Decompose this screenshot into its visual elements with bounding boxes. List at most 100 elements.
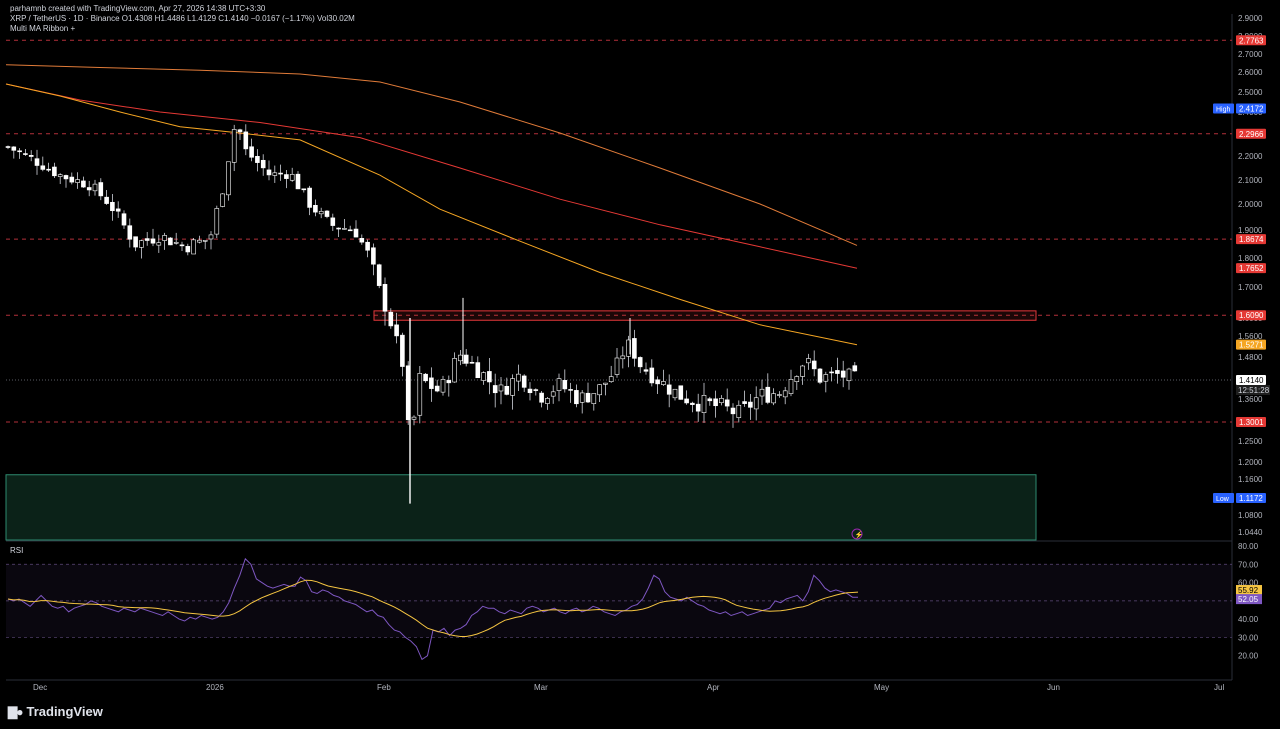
candle[interactable] bbox=[608, 365, 614, 383]
candle[interactable] bbox=[661, 369, 666, 386]
candle[interactable] bbox=[591, 393, 597, 411]
candle[interactable] bbox=[498, 376, 504, 405]
candle[interactable] bbox=[330, 213, 336, 231]
candle[interactable] bbox=[695, 393, 701, 422]
candle[interactable] bbox=[516, 364, 521, 392]
candle[interactable] bbox=[429, 367, 434, 402]
candle[interactable] bbox=[272, 165, 278, 183]
candle[interactable] bbox=[110, 194, 115, 221]
candle[interactable] bbox=[243, 124, 249, 156]
candle[interactable] bbox=[11, 146, 17, 159]
candle[interactable] bbox=[289, 167, 295, 182]
candle[interactable] bbox=[504, 377, 510, 396]
candle[interactable] bbox=[168, 237, 173, 246]
candle[interactable] bbox=[481, 371, 486, 385]
candle[interactable] bbox=[46, 162, 51, 173]
candle[interactable] bbox=[748, 393, 753, 420]
candle[interactable] bbox=[469, 355, 475, 364]
candle[interactable] bbox=[811, 350, 817, 377]
candle[interactable] bbox=[249, 138, 254, 162]
candle[interactable] bbox=[823, 371, 829, 393]
candle[interactable] bbox=[313, 199, 318, 217]
candle[interactable] bbox=[550, 385, 556, 404]
candle[interactable] bbox=[753, 386, 759, 421]
candle[interactable] bbox=[724, 388, 730, 412]
candle[interactable] bbox=[527, 382, 533, 401]
ma-orange-line[interactable] bbox=[5, 83, 858, 346]
candle[interactable] bbox=[347, 225, 353, 232]
candle[interactable] bbox=[742, 390, 747, 407]
candle[interactable] bbox=[318, 207, 324, 219]
candle[interactable] bbox=[835, 357, 840, 384]
candle[interactable] bbox=[568, 382, 573, 403]
candle[interactable] bbox=[475, 356, 481, 379]
candle[interactable] bbox=[365, 239, 370, 258]
candle[interactable] bbox=[371, 243, 376, 276]
candle[interactable] bbox=[353, 220, 359, 238]
candle[interactable] bbox=[220, 193, 225, 208]
candle[interactable] bbox=[5, 145, 11, 150]
candle[interactable] bbox=[643, 362, 649, 375]
candle[interactable] bbox=[840, 360, 846, 388]
candle[interactable] bbox=[458, 350, 463, 366]
candle[interactable] bbox=[545, 396, 550, 410]
candle[interactable] bbox=[539, 390, 544, 408]
candle[interactable] bbox=[115, 201, 121, 218]
candle[interactable] bbox=[133, 236, 138, 252]
candle[interactable] bbox=[411, 415, 417, 426]
candle[interactable] bbox=[417, 366, 423, 424]
candle[interactable] bbox=[759, 379, 765, 405]
candle[interactable] bbox=[376, 263, 382, 289]
candle[interactable] bbox=[846, 367, 852, 390]
candle[interactable] bbox=[255, 149, 260, 172]
demand-zone[interactable] bbox=[5, 474, 1037, 541]
candle[interactable] bbox=[713, 390, 718, 418]
candle[interactable] bbox=[307, 185, 312, 216]
candle[interactable] bbox=[684, 390, 689, 405]
candle[interactable] bbox=[92, 179, 98, 196]
candle[interactable] bbox=[852, 361, 858, 372]
candle[interactable] bbox=[440, 375, 446, 396]
tradingview-logo[interactable]: ▇● TradingView bbox=[8, 704, 103, 719]
candle[interactable] bbox=[139, 239, 144, 259]
candle[interactable] bbox=[817, 368, 823, 385]
candle[interactable] bbox=[63, 174, 69, 188]
candle[interactable] bbox=[672, 388, 678, 401]
candle[interactable] bbox=[579, 390, 585, 414]
candle[interactable] bbox=[423, 372, 428, 383]
candle[interactable] bbox=[34, 149, 40, 175]
candle[interactable] bbox=[463, 349, 469, 367]
candle[interactable] bbox=[17, 148, 22, 159]
candle[interactable] bbox=[214, 205, 220, 239]
candle[interactable] bbox=[637, 356, 643, 374]
candle[interactable] bbox=[562, 369, 568, 393]
candle[interactable] bbox=[179, 241, 185, 252]
price-chart[interactable]: 2.90002.80002.70002.60002.50002.40002.30… bbox=[0, 0, 1280, 729]
candle[interactable] bbox=[678, 385, 684, 400]
candle[interactable] bbox=[23, 148, 28, 156]
candle[interactable] bbox=[121, 210, 127, 229]
candle[interactable] bbox=[162, 232, 167, 250]
candle[interactable] bbox=[701, 382, 707, 423]
candle[interactable] bbox=[104, 190, 109, 205]
candle[interactable] bbox=[690, 401, 695, 413]
candle[interactable] bbox=[40, 156, 46, 172]
candle[interactable] bbox=[771, 388, 776, 406]
candle[interactable] bbox=[185, 243, 191, 256]
candle[interactable] bbox=[98, 178, 104, 201]
candle[interactable] bbox=[574, 384, 579, 408]
candle[interactable] bbox=[226, 161, 231, 201]
candle[interactable] bbox=[52, 162, 57, 179]
candle[interactable] bbox=[452, 352, 457, 383]
candle[interactable] bbox=[806, 353, 811, 370]
candle[interactable] bbox=[603, 382, 608, 396]
candle[interactable] bbox=[57, 173, 63, 185]
candle[interactable] bbox=[434, 379, 440, 393]
candle[interactable] bbox=[127, 218, 133, 248]
candle[interactable] bbox=[620, 346, 626, 369]
candle[interactable] bbox=[336, 227, 341, 238]
candle[interactable] bbox=[788, 369, 794, 397]
candle[interactable] bbox=[782, 386, 788, 405]
candle[interactable] bbox=[191, 237, 196, 255]
ma-long-line[interactable] bbox=[5, 64, 858, 246]
